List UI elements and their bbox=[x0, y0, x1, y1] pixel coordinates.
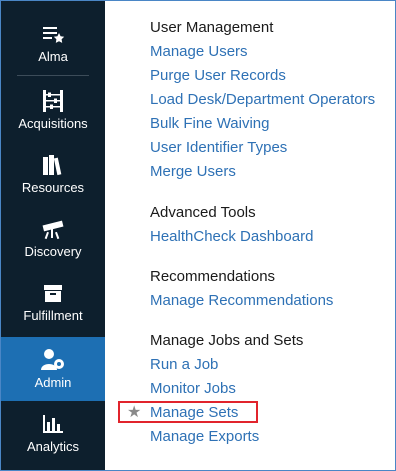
sidebar-item-label: Discovery bbox=[24, 244, 82, 259]
highlight-box bbox=[118, 401, 258, 423]
telescope-icon bbox=[40, 216, 66, 242]
sidebar-item-label: Acquisitions bbox=[18, 116, 88, 131]
section-title-recommendations: Recommendations bbox=[150, 268, 276, 285]
section-title-advanced-tools: Advanced Tools bbox=[150, 204, 256, 221]
sidebar-item-alma[interactable]: Alma bbox=[1, 11, 105, 75]
section-title-user-management: User Management bbox=[150, 19, 274, 36]
sidebar-item-analytics[interactable]: Analytics bbox=[1, 401, 105, 465]
link-merge-users[interactable]: Merge Users bbox=[150, 163, 236, 180]
link-bulk-fine-waiving[interactable]: Bulk Fine Waiving bbox=[150, 115, 270, 132]
link-user-identifier-types[interactable]: User Identifier Types bbox=[150, 139, 287, 156]
link-manage-users[interactable]: Manage Users bbox=[150, 43, 248, 60]
link-manage-exports[interactable]: Manage Exports bbox=[150, 428, 259, 445]
sidebar-item-label: Analytics bbox=[26, 439, 80, 454]
sidebar-item-acquisitions[interactable]: Acquisitions bbox=[1, 78, 105, 142]
bar-chart-icon bbox=[41, 411, 65, 437]
sidebar-item-label: Resources bbox=[21, 180, 85, 195]
sidebar-item-label: Fulfillment bbox=[23, 308, 83, 323]
sidebar-item-fulfillment[interactable]: Fulfillment bbox=[1, 270, 105, 334]
main-sidebar: Alma Acquisitions Resources Discovery Fu… bbox=[1, 1, 105, 470]
sidebar-item-admin[interactable]: Admin bbox=[1, 337, 105, 401]
link-manage-recommendations[interactable]: Manage Recommendations bbox=[150, 292, 333, 309]
books-icon bbox=[41, 152, 65, 178]
sidebar-item-discovery[interactable]: Discovery bbox=[1, 206, 105, 270]
archive-box-icon bbox=[42, 280, 64, 306]
alma-menu-star-icon bbox=[41, 21, 65, 47]
link-load-desk-department-operators[interactable]: Load Desk/Department Operators bbox=[150, 91, 375, 108]
link-healthcheck-dashboard[interactable]: HealthCheck Dashboard bbox=[150, 228, 313, 245]
users-gear-icon bbox=[40, 347, 66, 373]
link-monitor-jobs[interactable]: Monitor Jobs bbox=[150, 380, 236, 397]
section-title-manage-jobs-and-sets: Manage Jobs and Sets bbox=[150, 332, 304, 349]
link-run-a-job[interactable]: Run a Job bbox=[150, 356, 218, 373]
sidebar-item-label: Admin bbox=[34, 375, 72, 390]
sidebar-item-resources[interactable]: Resources bbox=[1, 142, 105, 206]
sidebar-divider bbox=[17, 75, 89, 76]
abacus-icon bbox=[42, 88, 64, 114]
sidebar-item-label: Alma bbox=[38, 49, 68, 64]
link-purge-user-records[interactable]: Purge User Records bbox=[150, 67, 286, 84]
